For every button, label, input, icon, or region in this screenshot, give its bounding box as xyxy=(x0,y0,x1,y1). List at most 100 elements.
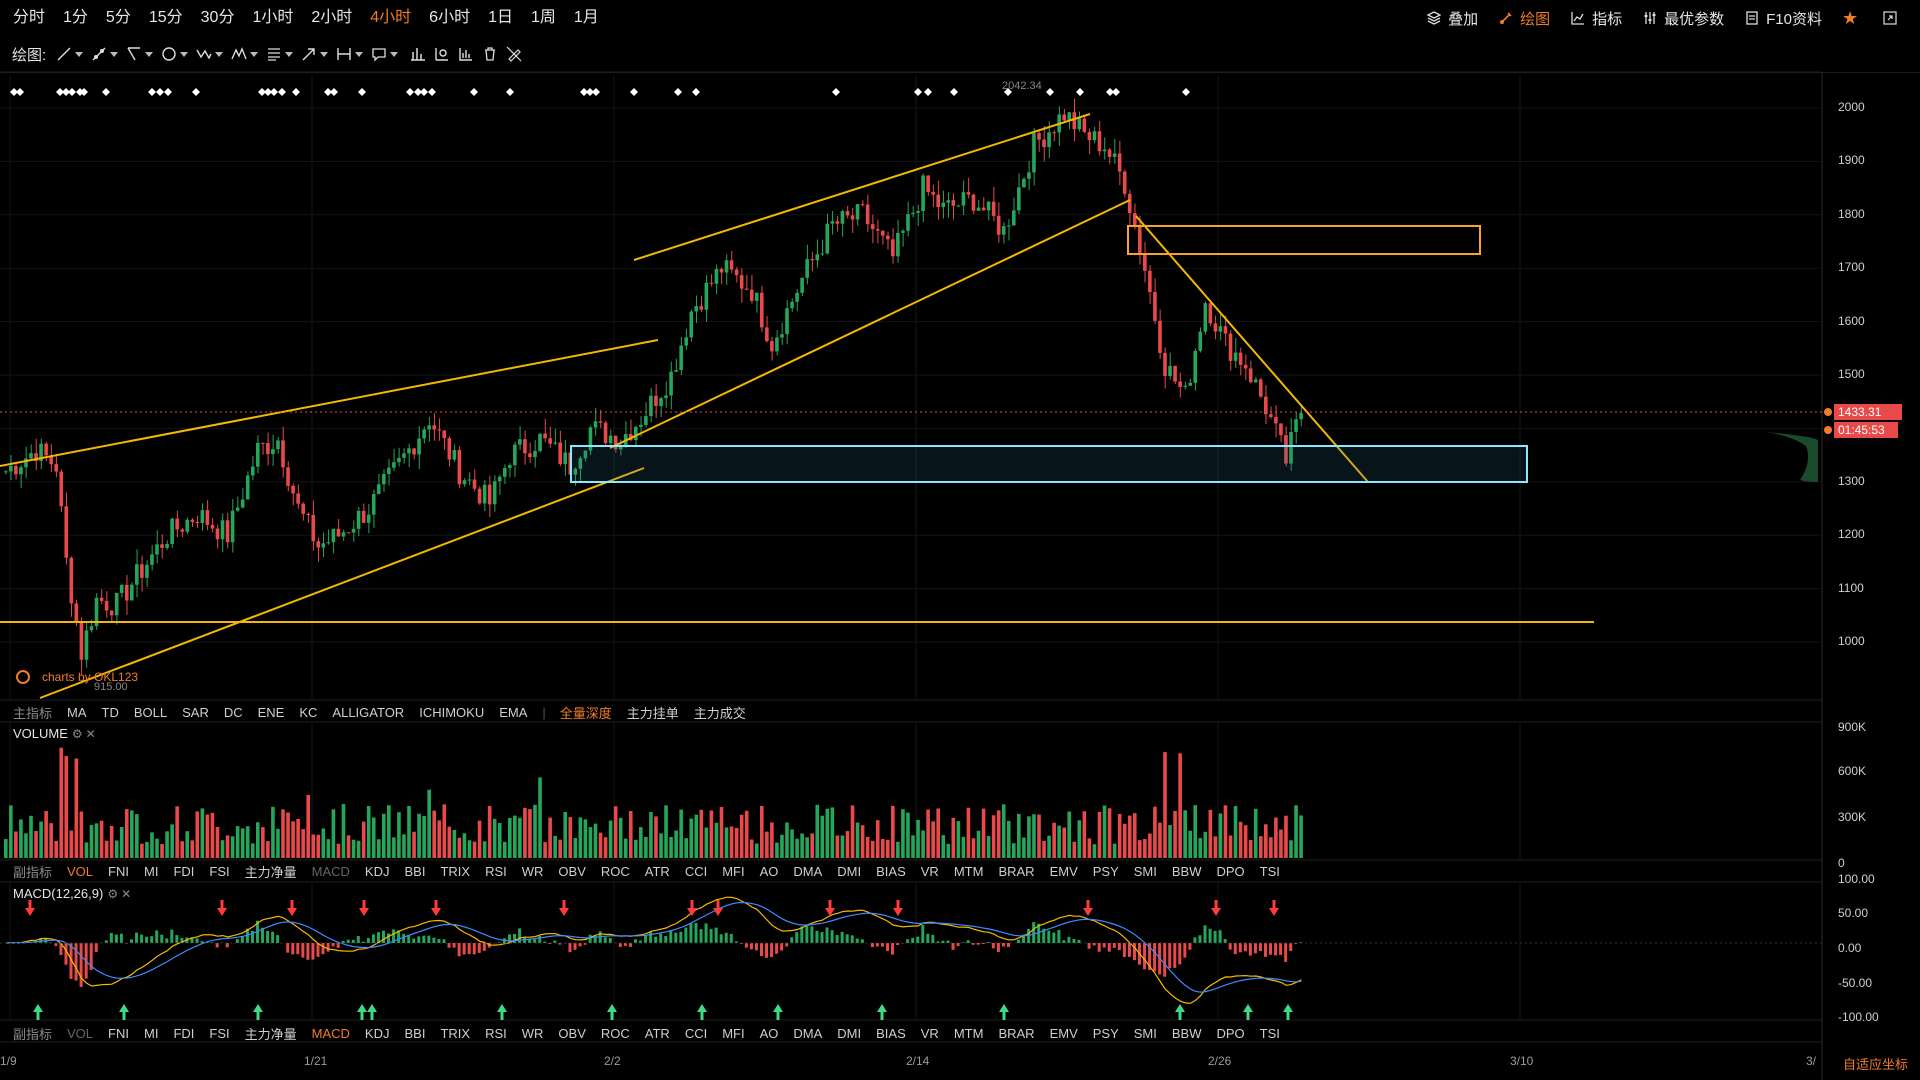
best-params-button[interactable]: 最优参数 xyxy=(1642,8,1724,29)
auto-scale-button[interactable]: 自适应坐标 xyxy=(1843,1054,1908,1073)
sub-tab-wr[interactable]: WR xyxy=(522,864,544,879)
sub-tab-vr[interactable]: VR xyxy=(921,864,939,879)
chart-type-tool-2[interactable] xyxy=(434,46,450,62)
sub-tab-kdj[interactable]: KDJ xyxy=(365,864,390,879)
delete-drawings-button[interactable] xyxy=(482,46,498,62)
sub-tab-fsi[interactable]: FSI xyxy=(209,864,229,879)
sub-tab-obv[interactable]: OBV xyxy=(558,864,585,879)
indicator-button[interactable]: 指标 xyxy=(1570,8,1622,29)
sub-tab-dpo[interactable]: DPO xyxy=(1217,864,1245,879)
draw-button[interactable]: 绘图 xyxy=(1498,8,1550,29)
close-icon[interactable]: ✕ xyxy=(121,887,131,901)
sub-tab-kdj[interactable]: KDJ xyxy=(365,1026,390,1041)
sub-tab-brar[interactable]: BRAR xyxy=(998,1026,1034,1041)
favorite-button[interactable]: ★ xyxy=(1842,8,1864,28)
line-tool[interactable] xyxy=(56,46,84,62)
tf-30m[interactable]: 30分 xyxy=(192,0,244,36)
measure-tool[interactable] xyxy=(336,46,364,62)
sub-tab-dmi[interactable]: DMI xyxy=(837,864,861,879)
gear-icon[interactable]: ⚙ xyxy=(72,727,83,741)
tab-alligator[interactable]: ALLIGATOR xyxy=(332,705,404,720)
sub-tab-rsi[interactable]: RSI xyxy=(485,864,507,879)
annotation-tool[interactable] xyxy=(371,46,399,62)
tab-sar[interactable]: SAR xyxy=(182,705,209,720)
sub-tab-cci[interactable]: CCI xyxy=(685,864,707,879)
sub-tab-obv[interactable]: OBV xyxy=(558,1026,585,1041)
tab-ma[interactable]: MA xyxy=(67,705,87,720)
channel-tool[interactable] xyxy=(126,46,154,62)
tab-ichimoku[interactable]: ICHIMOKU xyxy=(419,705,484,720)
sub-tab-trix[interactable]: TRIX xyxy=(440,1026,470,1041)
sub-tab-tsi[interactable]: TSI xyxy=(1260,1026,1280,1041)
sub-tab-emv[interactable]: EMV xyxy=(1050,1026,1078,1041)
sub-tab-macd[interactable]: MACD xyxy=(312,1026,350,1041)
sub-tab-macd[interactable]: MACD xyxy=(312,864,350,879)
tab-main-trades[interactable]: 主力成交 xyxy=(694,703,746,722)
tab-kc[interactable]: KC xyxy=(299,705,317,720)
tf-4h[interactable]: 4小时 xyxy=(361,0,420,36)
sub-tab-roc[interactable]: ROC xyxy=(601,1026,630,1041)
tf-15m[interactable]: 15分 xyxy=(140,0,192,36)
pattern-tool[interactable] xyxy=(231,46,259,62)
wave-tool[interactable] xyxy=(196,46,224,62)
sub-tab-bias[interactable]: BIAS xyxy=(876,1026,906,1041)
sub-tab-emv[interactable]: EMV xyxy=(1050,864,1078,879)
overlay-button[interactable]: 叠加 xyxy=(1426,8,1478,29)
ray-tool[interactable] xyxy=(91,46,119,62)
tab-main-orders[interactable]: 主力挂单 xyxy=(627,703,679,722)
sub-tab-mtm[interactable]: MTM xyxy=(954,1026,984,1041)
tf-1h[interactable]: 1小时 xyxy=(243,0,302,36)
sub-tab-bbi[interactable]: BBI xyxy=(404,864,425,879)
tab-ene[interactable]: ENE xyxy=(258,705,285,720)
sub-tab-mfi[interactable]: MFI xyxy=(722,864,744,879)
sub-tab-dma[interactable]: DMA xyxy=(793,864,822,879)
sub-tab-vr[interactable]: VR xyxy=(921,1026,939,1041)
fullscreen-button[interactable] xyxy=(1882,10,1904,26)
sub-tab-ao[interactable]: AO xyxy=(760,864,779,879)
tf-1mo[interactable]: 1月 xyxy=(565,0,608,36)
sub-tab-fni[interactable]: FNI xyxy=(108,1026,129,1041)
close-icon[interactable]: ✕ xyxy=(86,727,96,741)
sub-tab-mfi[interactable]: MFI xyxy=(722,1026,744,1041)
sub-tab-bbw[interactable]: BBW xyxy=(1172,1026,1202,1041)
sub-tab-dmi[interactable]: DMI xyxy=(837,1026,861,1041)
sub-tab-dma[interactable]: DMA xyxy=(793,1026,822,1041)
sub-tab-fdi[interactable]: FDI xyxy=(173,864,194,879)
shape-tool[interactable] xyxy=(161,46,189,62)
sub-tab-atr[interactable]: ATR xyxy=(645,864,670,879)
f10-button[interactable]: F10资料 xyxy=(1744,8,1822,29)
sub-tab-wr[interactable]: WR xyxy=(522,1026,544,1041)
sub-tab-trix[interactable]: TRIX xyxy=(440,864,470,879)
tab-dc[interactable]: DC xyxy=(224,705,243,720)
tf-6h[interactable]: 6小时 xyxy=(420,0,479,36)
tab-td[interactable]: TD xyxy=(102,705,119,720)
sub-tab-fni[interactable]: FNI xyxy=(108,864,129,879)
sub-tab-mi[interactable]: MI xyxy=(144,864,158,879)
sub-tab-ao[interactable]: AO xyxy=(760,1026,779,1041)
sub-tab-mtm[interactable]: MTM xyxy=(954,864,984,879)
tab-boll[interactable]: BOLL xyxy=(134,705,167,720)
sub-tab-smi[interactable]: SMI xyxy=(1134,1026,1157,1041)
sub-tab-cci[interactable]: CCI xyxy=(685,1026,707,1041)
tf-1w[interactable]: 1周 xyxy=(522,0,565,36)
tf-1m[interactable]: 1分 xyxy=(54,0,97,36)
sub-tab-psy[interactable]: PSY xyxy=(1093,864,1119,879)
sub-tab-bbi[interactable]: BBI xyxy=(404,1026,425,1041)
tf-1d[interactable]: 1日 xyxy=(479,0,522,36)
chart-type-tool-3[interactable] xyxy=(458,46,474,62)
gear-icon[interactable]: ⚙ xyxy=(107,887,118,901)
arrow-tool[interactable] xyxy=(301,46,329,62)
fib-tool[interactable] xyxy=(266,46,294,62)
sub-tab-tsi[interactable]: TSI xyxy=(1260,864,1280,879)
sub-tab-roc[interactable]: ROC xyxy=(601,864,630,879)
sub-tab-主力净量[interactable]: 主力净量 xyxy=(245,862,297,881)
sub-tab-fsi[interactable]: FSI xyxy=(209,1026,229,1041)
tf-5m[interactable]: 5分 xyxy=(97,0,140,36)
sub-tab-主力净量[interactable]: 主力净量 xyxy=(245,1024,297,1043)
tab-ema[interactable]: EMA xyxy=(499,705,527,720)
sub-tab-bbw[interactable]: BBW xyxy=(1172,864,1202,879)
sub-tab-rsi[interactable]: RSI xyxy=(485,1026,507,1041)
chart-type-tool-1[interactable] xyxy=(410,46,426,62)
sub-tab-brar[interactable]: BRAR xyxy=(998,864,1034,879)
sub-tab-smi[interactable]: SMI xyxy=(1134,864,1157,879)
